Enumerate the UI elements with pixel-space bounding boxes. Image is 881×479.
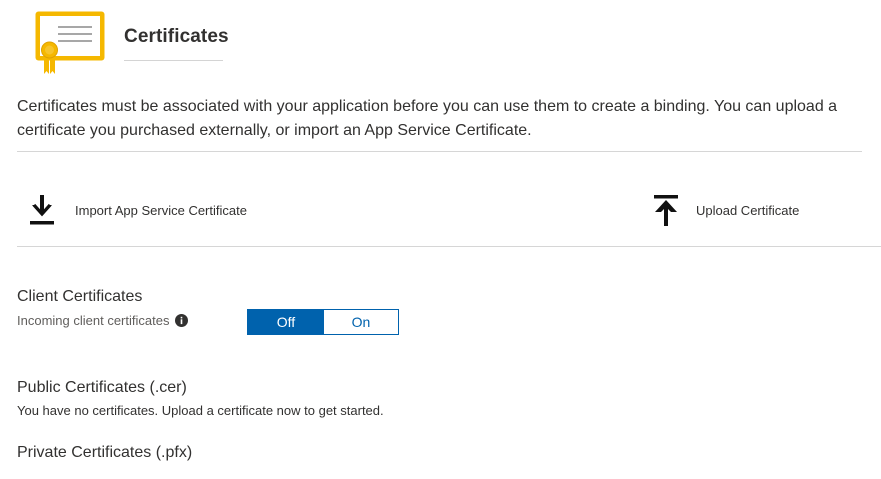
title-underline	[124, 60, 223, 61]
public-certificates-heading: Public Certificates (.cer)	[17, 379, 187, 396]
client-certificates-heading: Client Certificates	[17, 288, 143, 305]
info-icon[interactable]	[175, 314, 189, 327]
upload-button-label: Upload Certificate	[696, 202, 800, 218]
toggle-off-option[interactable]: Off	[248, 310, 324, 334]
page-title: Certificates	[124, 26, 229, 47]
public-certificates-empty-message: You have no certificates. Upload a certi…	[17, 403, 384, 418]
divider	[17, 151, 862, 152]
certificate-icon	[35, 11, 105, 74]
divider	[17, 246, 881, 247]
upload-icon	[654, 195, 678, 226]
import-button-label: Import App Service Certificate	[75, 202, 247, 218]
client-certificates-subtitle: Incoming client certificates	[17, 313, 189, 328]
import-app-service-certificate-button[interactable]: Import App Service Certificate	[28, 190, 247, 230]
download-icon	[30, 195, 54, 225]
certificates-page: Certificates Certificates must be associ…	[0, 0, 881, 479]
incoming-client-certificates-label: Incoming client certificates	[17, 313, 170, 328]
upload-certificate-button[interactable]: Upload Certificate	[652, 190, 799, 230]
page-description: Certificates must be associated with you…	[17, 98, 838, 139]
toggle-on-option[interactable]: On	[324, 310, 398, 334]
private-certificates-heading: Private Certificates (.pfx)	[17, 444, 193, 461]
client-certificates-toggle[interactable]: Off On	[247, 309, 399, 335]
